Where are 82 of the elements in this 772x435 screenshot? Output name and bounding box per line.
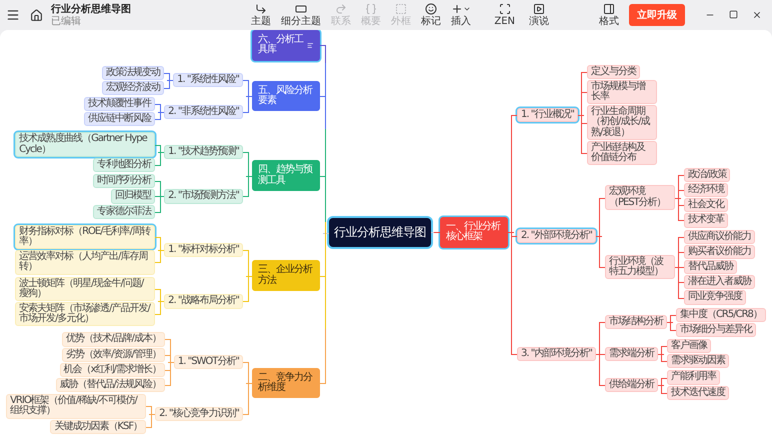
- subtopic-node[interactable]: 经济环境: [684, 182, 728, 198]
- toolbar-button[interactable]: 细分主题: [277, 3, 325, 27]
- subtopic-node[interactable]: 购买者议价能力: [684, 244, 755, 259]
- subtopic-node[interactable]: 威胁（替代品/法规风险）: [56, 378, 165, 392]
- subtopic-node[interactable]: 2. "市场预测方法": [164, 189, 244, 204]
- topic-node[interactable]: 五、风险分析要素: [252, 80, 320, 112]
- brace-icon: [365, 3, 377, 15]
- rectangle-icon: [295, 3, 307, 15]
- subtopic-node[interactable]: 市场规模与增长率: [586, 80, 657, 104]
- curved-arrow-icon: [335, 3, 347, 15]
- subtopic-node[interactable]: 政策法规变动: [102, 66, 164, 80]
- toolbar-button[interactable]: ZEN: [490, 3, 519, 27]
- dashed-square-icon: [395, 3, 407, 15]
- plus-icon: [451, 3, 463, 15]
- subtopic-node[interactable]: 安索夫矩阵（市场渗透/产品开发/市场开发/多元化）: [15, 302, 156, 326]
- save-status: 已编辑: [51, 16, 82, 28]
- subtopic-node[interactable]: 波士顿矩阵（明星/现金牛/问题/瘦狗）: [15, 276, 156, 301]
- subtopic-node[interactable]: 技术成熟度曲线（Gartner Hype Cycle）: [15, 132, 156, 157]
- toolbar-button[interactable]: 演说: [525, 3, 553, 27]
- subtopic-node[interactable]: 财务指标对标（ROE/毛利率/周转率）: [15, 224, 156, 250]
- subtopic-node[interactable]: 劣势（效率/资源/管理）: [62, 348, 165, 362]
- subtopic-node[interactable]: 运营效率对标（人均产出/库存周转）: [15, 250, 156, 275]
- topic-node[interactable]: 二、竞争力分析维度: [252, 368, 320, 398]
- topic-node[interactable]: 六、分析工具库: [252, 30, 320, 61]
- subtopic-node[interactable]: 产能利用率: [666, 370, 720, 385]
- subtopic-node[interactable]: 定义与分类: [586, 64, 640, 79]
- subtopic-node[interactable]: 技术迭代速度: [666, 386, 729, 400]
- subtopic-node[interactable]: 技术颠覆性事件: [84, 97, 156, 112]
- subtopic-node[interactable]: 客户画像: [666, 339, 711, 354]
- subtopic-node[interactable]: 供应商议价能力: [684, 230, 755, 244]
- home-icon[interactable]: [28, 6, 45, 24]
- caret-icon: [463, 5, 471, 13]
- toolbar-button[interactable]: 标记: [417, 3, 445, 27]
- fullscreen-icon: [498, 3, 511, 15]
- subtopic-node[interactable]: 专利地图分析: [93, 158, 156, 172]
- note-icon: [307, 40, 314, 50]
- subtopic-node[interactable]: 1. "行业概况": [517, 108, 578, 122]
- subtopic-node[interactable]: 1. "技术趋势预测": [164, 145, 244, 160]
- subtopic-node[interactable]: 需求驱动因素: [666, 354, 729, 368]
- subtopic-node[interactable]: 优势（技术/品牌/成本）: [62, 332, 165, 347]
- subtopic-node[interactable]: 潜在进入者威胁: [684, 275, 755, 290]
- subtopic-node[interactable]: 技术变革: [684, 213, 728, 228]
- subtopic-node[interactable]: 市场结构分析: [604, 315, 667, 330]
- subtopic-node[interactable]: 专家德尔菲法: [93, 204, 156, 219]
- subtopic-node[interactable]: 产业链结构及价值链分布: [586, 140, 657, 166]
- subtopic-node[interactable]: 3. "内部环境分析": [517, 346, 596, 361]
- subtopic-node[interactable]: 供给端分析: [604, 378, 658, 392]
- subtopic-node[interactable]: 集中度（CR5/CR8）: [676, 308, 766, 322]
- subtopic-node[interactable]: 机会（x红利/需求增长）: [60, 362, 165, 377]
- play-icon: [533, 3, 545, 15]
- subtopic-node[interactable]: 政治/政策: [684, 168, 730, 182]
- corner-arrow-icon: [255, 3, 267, 15]
- subtopic-node[interactable]: 需求端分析: [604, 346, 658, 361]
- toolbar-button[interactable]: 插入: [447, 3, 475, 27]
- subtopic-node[interactable]: 行业生命周期（初创/成长/成熟/衰退）: [586, 105, 657, 140]
- subtopic-node[interactable]: 2. "非系统性风险": [164, 104, 244, 119]
- subtopic-node[interactable]: 行业环境（波特五力模型）: [604, 254, 675, 280]
- subtopic-node[interactable]: 2. "核心竞争力识别": [155, 406, 244, 422]
- subtopic-node[interactable]: 回归模型: [111, 189, 156, 204]
- subtopic-node[interactable]: 供应链中断风险: [84, 112, 156, 126]
- subtopic-node[interactable]: 关键成功因素（KSF）: [50, 420, 146, 434]
- side-panel-icon: [603, 3, 615, 15]
- subtopic-node[interactable]: 社会文化: [684, 198, 728, 212]
- subtopic-node[interactable]: 1. "标杆对标分析": [164, 242, 244, 257]
- subtopic-node[interactable]: 2. "外部环境分析": [517, 229, 596, 244]
- topic-node[interactable]: 三、企业分析方法: [252, 260, 320, 291]
- subtopic-node[interactable]: 宏观经济波动: [102, 80, 164, 96]
- central-topic[interactable]: 行业分析思维导图: [329, 218, 432, 247]
- subtopic-node[interactable]: VRIO框架（价值/稀缺/不可模仿/组织支撑）: [6, 394, 146, 419]
- subtopic-node[interactable]: 替代品威胁: [684, 260, 737, 274]
- subtopic-node[interactable]: 1. "SWOT分析": [174, 355, 244, 370]
- subtopic-node[interactable]: 时间序列分析: [93, 174, 156, 188]
- subtopic-node[interactable]: 同业竞争强度: [684, 290, 746, 305]
- subtopic-node[interactable]: 1. "系统性风险": [173, 73, 244, 88]
- toolbar-button[interactable]: 主题: [247, 3, 275, 27]
- topic-node[interactable]: 一、行业分析核心框架: [440, 217, 508, 248]
- smiley-icon: [425, 3, 437, 15]
- subtopic-node[interactable]: 市场细分与差异化: [676, 322, 756, 338]
- subtopic-node[interactable]: 2. "战略布局分析": [164, 294, 244, 309]
- subtopic-node[interactable]: 宏观环境（PEST分析）: [604, 185, 675, 210]
- toolbar-button[interactable]: 格式: [595, 3, 623, 27]
- document-title: 行业分析思维导图: [51, 2, 132, 16]
